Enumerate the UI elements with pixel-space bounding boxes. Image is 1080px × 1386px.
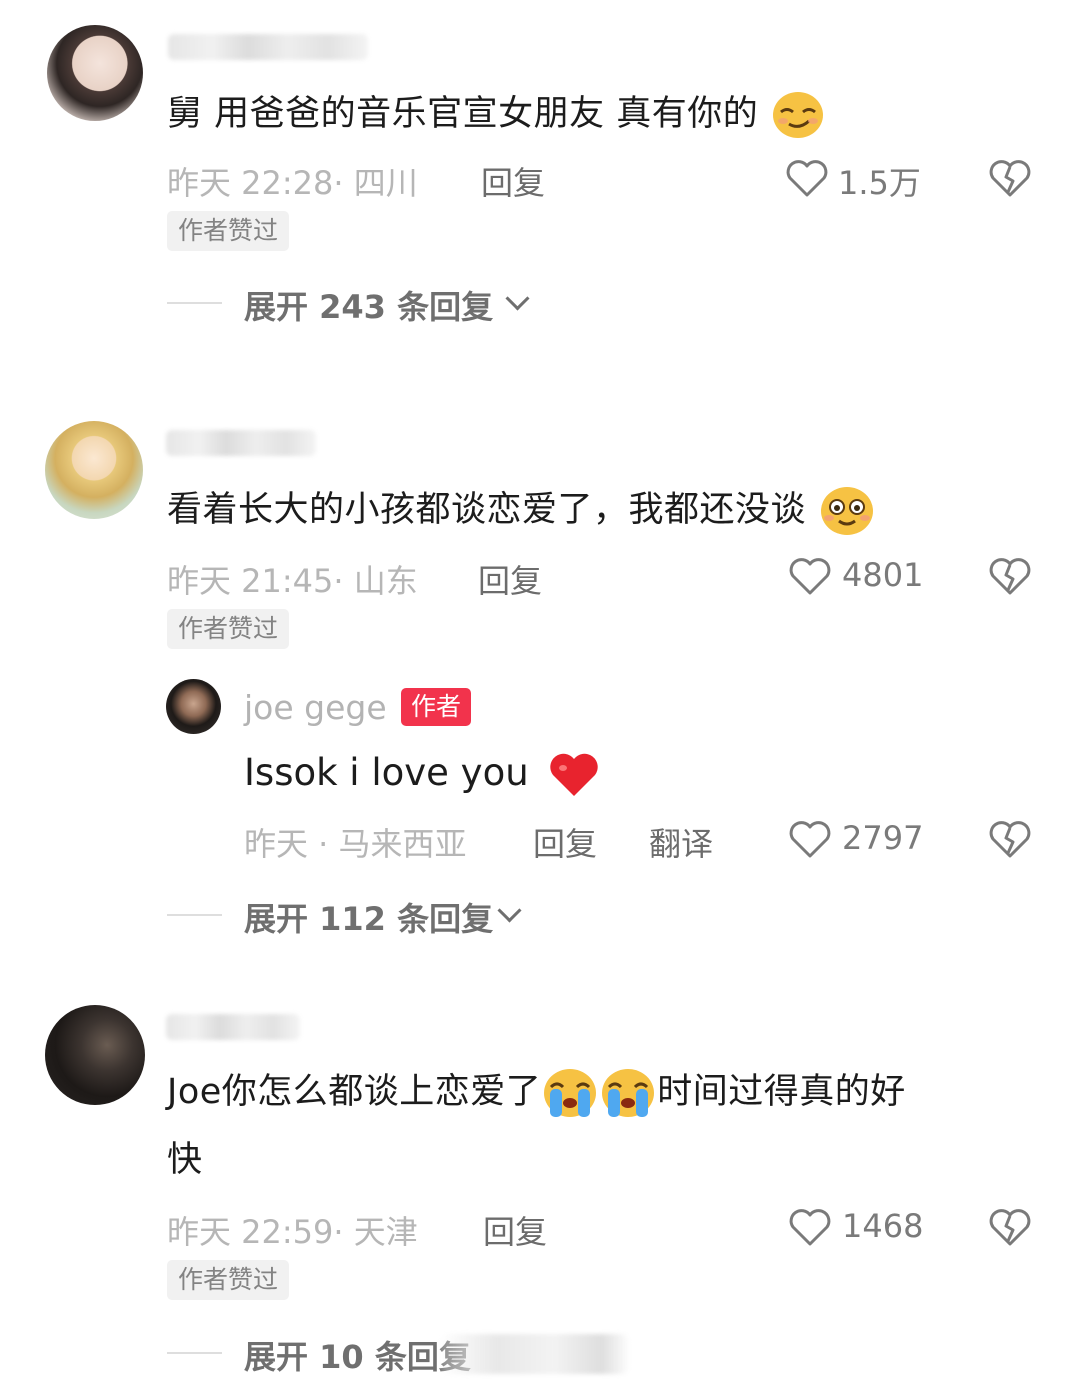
smirk-face-icon bbox=[772, 92, 823, 138]
like-count: 1468 bbox=[842, 1207, 924, 1245]
expand-replies-button[interactable]: 展开 10 条回复 bbox=[244, 1332, 471, 1378]
divider bbox=[167, 914, 222, 916]
comment-meta: 昨天 21:45· 山东 bbox=[167, 562, 418, 600]
comment-text-line2: 快 bbox=[167, 1140, 203, 1180]
translate-button[interactable]: 翻译 bbox=[649, 819, 713, 865]
broken-heart-icon[interactable] bbox=[988, 1207, 1032, 1247]
comment-text: 看着长大的小孩都谈恋爱了，我都还没谈 bbox=[167, 484, 876, 537]
author-liked-badge: 作者赞过 bbox=[167, 1260, 290, 1300]
broken-heart-icon[interactable] bbox=[988, 819, 1032, 859]
reply-meta: 昨天 · 马来西亚 bbox=[244, 825, 467, 863]
avatar[interactable] bbox=[45, 1005, 145, 1105]
avatar[interactable] bbox=[47, 25, 143, 121]
comment-text: Joe你怎么都谈上恋爱了 时间过得真的好 bbox=[167, 1066, 906, 1119]
comment-text: 舅 用爸爸的音乐官宣女朋友 真有你的 bbox=[167, 88, 826, 141]
author-reply-text: Issok i love you bbox=[244, 745, 601, 801]
author-name[interactable]: joe gege bbox=[244, 688, 387, 727]
chevron-down-icon[interactable] bbox=[505, 286, 530, 311]
reply-button[interactable]: 回复 bbox=[533, 819, 597, 865]
author-avatar[interactable] bbox=[166, 679, 221, 734]
author-liked-badge: 作者赞过 bbox=[167, 609, 290, 649]
username-blurred[interactable] bbox=[168, 34, 368, 60]
comment-meta: 昨天 22:28· 四川 bbox=[167, 164, 418, 202]
heart-icon[interactable] bbox=[785, 158, 829, 198]
author-tag: 作者 bbox=[401, 688, 472, 726]
expand-replies-button[interactable]: 展开 243 条回复 bbox=[244, 282, 493, 328]
divider bbox=[167, 1352, 222, 1354]
crying-face-icon bbox=[602, 1069, 655, 1117]
avatar[interactable] bbox=[45, 421, 143, 519]
reply-button[interactable]: 回复 bbox=[478, 556, 542, 602]
like-count: 4801 bbox=[842, 556, 924, 594]
heart-icon[interactable] bbox=[788, 819, 832, 859]
expand-replies-button[interactable]: 展开 112 条回复 bbox=[244, 894, 493, 940]
like-count: 2797 bbox=[842, 819, 924, 857]
chevron-down-icon[interactable] bbox=[497, 898, 522, 923]
blushing-face-icon bbox=[820, 487, 873, 535]
comment-meta: 昨天 22:59· 天津 bbox=[167, 1213, 418, 1251]
divider bbox=[167, 302, 222, 304]
crying-face-icon bbox=[544, 1069, 597, 1117]
reply-button[interactable]: 回复 bbox=[483, 1207, 547, 1253]
watermark-blur bbox=[440, 1334, 630, 1374]
author-liked-badge: 作者赞过 bbox=[167, 211, 290, 251]
username-blurred[interactable] bbox=[166, 430, 316, 456]
username-blurred[interactable] bbox=[166, 1014, 300, 1040]
like-count: 1.5万 bbox=[838, 164, 921, 202]
broken-heart-icon[interactable] bbox=[988, 556, 1032, 596]
heart-icon[interactable] bbox=[788, 1207, 832, 1247]
reply-button[interactable]: 回复 bbox=[481, 158, 545, 204]
red-heart-icon bbox=[550, 753, 599, 796]
broken-heart-icon[interactable] bbox=[988, 158, 1032, 198]
heart-icon[interactable] bbox=[788, 556, 832, 596]
